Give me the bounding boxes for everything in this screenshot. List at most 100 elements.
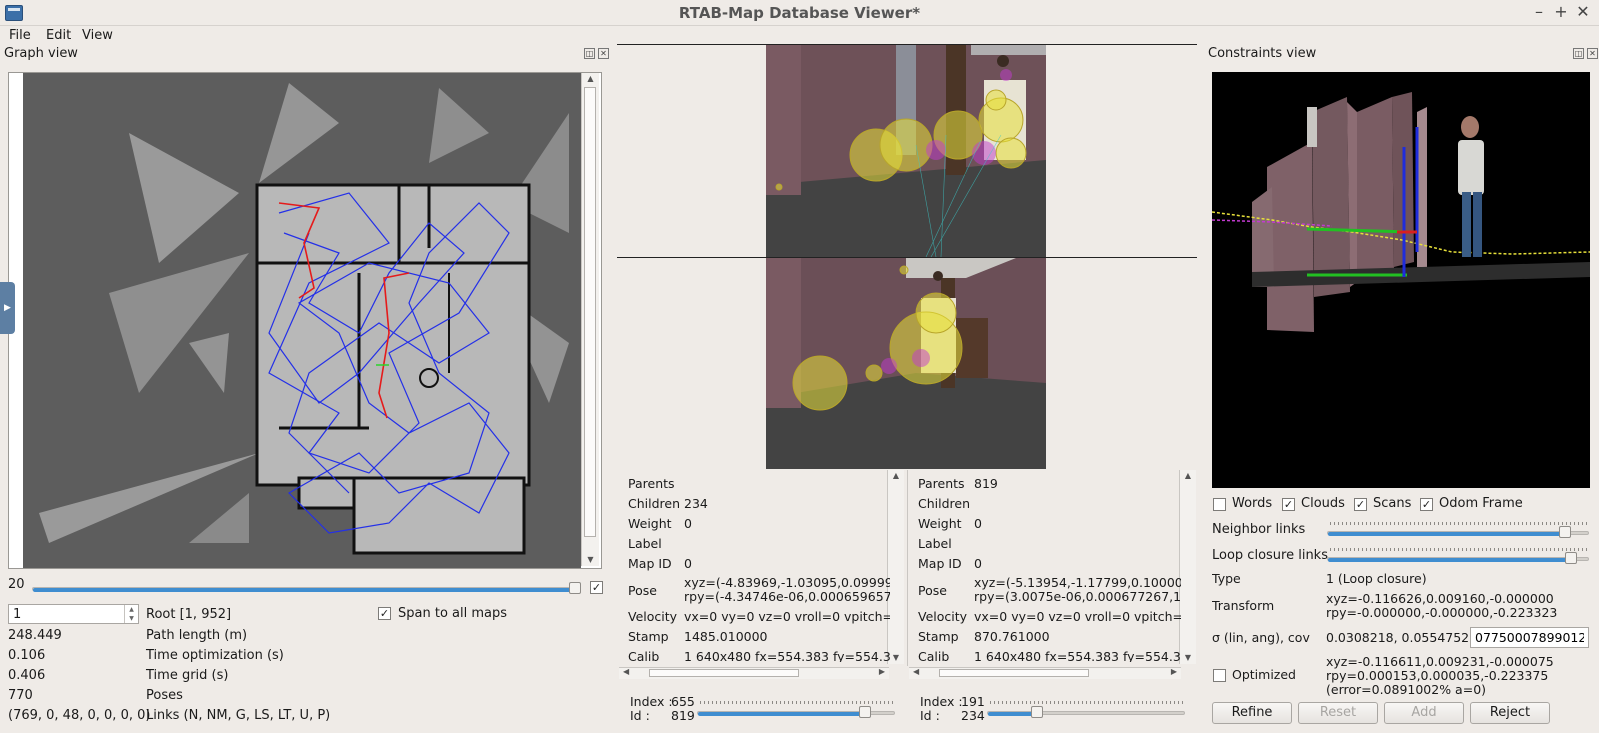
root-spin-value: 1 (13, 607, 22, 622)
span-checkbox[interactable]: ✓ (378, 607, 391, 620)
neighbor-links-label: Neighbor links (1212, 522, 1306, 537)
scroll-down-icon[interactable]: ▼ (582, 554, 599, 566)
left-camera-image (766, 45, 1046, 257)
close-panel-icon[interactable]: ✕ (598, 48, 609, 59)
menu-view[interactable]: View (82, 26, 113, 46)
node-field-value: 0 (974, 556, 982, 571)
odom-frame-checkbox[interactable]: ✓ (1420, 498, 1433, 511)
span-label: Span to all maps (398, 606, 508, 621)
index-right-slider-handle[interactable] (1030, 706, 1043, 718)
index-left-value: 655 (671, 694, 695, 709)
words-checkbox[interactable] (1213, 498, 1226, 511)
optimized-line3: (error=0.0891002% a=0) (1326, 682, 1487, 697)
sigma-label: σ (lin, ang), cov (1212, 630, 1310, 645)
side-panel-handle[interactable]: ▶ (0, 282, 15, 334)
neighbor-links-ticks (1330, 522, 1588, 525)
node-field-value: 819 (974, 476, 998, 491)
node-field-label: Parents (628, 476, 675, 491)
graph-slider-handle[interactable] (569, 582, 581, 594)
constraints-3d-view[interactable] (1212, 72, 1590, 488)
node-field-label: Children (628, 496, 681, 511)
hscroll-thumb[interactable] (649, 669, 799, 677)
constraints-view-title: Constraints view (1208, 46, 1317, 61)
graph-slider[interactable] (32, 587, 578, 592)
loop-closure-links-slider[interactable] (1327, 557, 1589, 562)
id-left-value: 819 (671, 708, 695, 723)
maximize-icon[interactable]: + (1552, 3, 1570, 21)
optimized-checkbox[interactable] (1213, 669, 1226, 682)
node-field-label: Weight (628, 516, 672, 531)
reject-button[interactable]: Reject (1470, 702, 1550, 724)
loop-links-handle[interactable] (1564, 552, 1577, 564)
node-left-rows: Parents Children 234 Weight 0 Label Map ID 0 Pos… (628, 476, 890, 662)
node-right-hscroll[interactable]: ◀ ▶ (909, 667, 1181, 679)
float-icon[interactable]: ◫ (584, 48, 595, 59)
scroll-right-icon[interactable]: ▶ (879, 667, 885, 676)
clouds-checkbox[interactable]: ✓ (1282, 498, 1295, 511)
index-right-slider[interactable] (987, 711, 1185, 716)
scroll-up-icon[interactable]: ▲ (888, 470, 904, 482)
node-field-label: Calib (918, 649, 950, 662)
spin-arrows-icon[interactable]: ▲ ▼ (124, 605, 138, 623)
node-field-value: 870.761000 (974, 629, 1050, 644)
node-field-value: rpy=(-4.34746e-06,0.000659657,1 (684, 589, 890, 604)
node-right-rows: Parents 819 Children Weight 0 Label Map ID 0 Pos… (918, 476, 1181, 662)
occupancy-grid-map (23, 73, 581, 568)
node-field-label: Stamp (918, 629, 959, 644)
scroll-up-icon[interactable]: ▲ (582, 73, 599, 85)
node-field-label: Map ID (628, 556, 672, 571)
title-bar: RTAB-Map Database Viewer* – + ✕ (0, 0, 1599, 26)
graph-slider-checkbox[interactable]: ✓ (590, 581, 603, 594)
scroll-down-icon[interactable]: ▼ (1180, 652, 1196, 664)
node-field-value: xyz=(-5.13954,-1.17799,0.100002 (974, 575, 1181, 590)
scroll-right-icon[interactable]: ▶ (1171, 667, 1177, 676)
close-panel-icon[interactable]: ✕ (1587, 48, 1598, 59)
scans-checkbox[interactable]: ✓ (1354, 498, 1367, 511)
node-right-vscroll[interactable]: ▲ ▼ (1179, 470, 1196, 664)
graph-view-canvas[interactable]: ▲ ▼ (8, 72, 602, 569)
scroll-down-icon[interactable]: ▼ (888, 652, 904, 664)
neighbor-links-handle[interactable] (1559, 526, 1572, 538)
stat-label: Time optimization (s) (146, 648, 284, 663)
index-left-ticks (700, 701, 895, 704)
node-field-label: Label (628, 536, 662, 551)
scroll-up-icon[interactable]: ▲ (1180, 470, 1196, 482)
refine-button[interactable]: Refine (1212, 702, 1292, 724)
scrollbar-thumb[interactable] (584, 87, 596, 537)
node-field-value: 1485.010000 (684, 629, 768, 644)
index-left-slider-handle[interactable] (859, 706, 872, 718)
covariance-field[interactable] (1470, 627, 1589, 648)
reset-button[interactable]: Reset (1298, 702, 1378, 724)
stat-label: Links (N, NM, G, LS, LT, U, P) (146, 708, 331, 723)
add-button[interactable]: Add (1384, 702, 1464, 724)
index-right-ticks (990, 701, 1185, 704)
stat-label: Time grid (s) (146, 668, 229, 683)
clouds-label: Clouds (1301, 496, 1345, 511)
graph-vscrollbar[interactable]: ▲ ▼ (581, 73, 599, 566)
stat-value: 0.106 (8, 648, 46, 663)
node-field-label: Velocity (918, 609, 968, 624)
node-field-value: 0 (684, 556, 692, 571)
node-field-label: Parents (918, 476, 965, 491)
hscroll-thumb[interactable] (939, 669, 1089, 677)
menu-edit[interactable]: Edit (46, 26, 71, 46)
scans-label: Scans (1373, 496, 1412, 511)
minimize-icon[interactable]: – (1530, 3, 1548, 21)
node-field-label: Velocity (628, 609, 678, 624)
id-left-label: Id : (630, 708, 650, 723)
node-left-hscroll[interactable]: ◀ ▶ (619, 667, 889, 679)
float-icon[interactable]: ◫ (1573, 48, 1584, 59)
graph-view-title: Graph view (4, 46, 78, 61)
scroll-left-icon[interactable]: ◀ (913, 667, 919, 676)
stat-value: 248.449 (8, 628, 62, 643)
menu-file[interactable]: File (9, 26, 31, 46)
loop-links-fill (1328, 558, 1572, 562)
root-spinbox[interactable]: 1 ▲ ▼ (8, 604, 139, 624)
neighbor-links-slider[interactable] (1327, 531, 1589, 536)
window-title: RTAB-Map Database Viewer* (678, 4, 921, 22)
right-camera-image (766, 258, 1046, 469)
index-right-label: Index : (920, 694, 963, 709)
node-field-label: Calib (628, 649, 660, 662)
scroll-left-icon[interactable]: ◀ (623, 667, 629, 676)
close-icon[interactable]: ✕ (1574, 3, 1592, 21)
